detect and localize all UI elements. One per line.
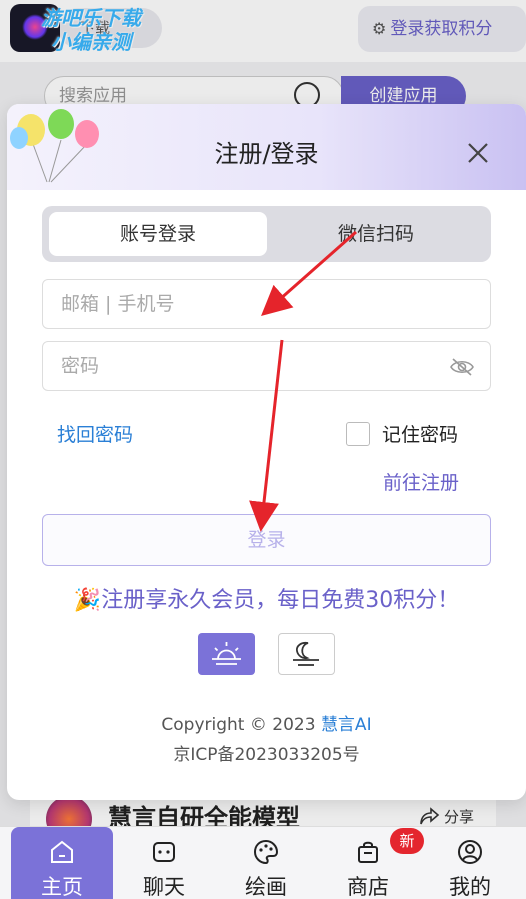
home-icon [51,840,73,863]
close-icon[interactable] [465,140,491,166]
promo-text: 🎉注册享永久会员，每日免费30积分！ [73,588,460,613]
tab-chat[interactable]: 聊天 [113,827,215,899]
modal-header: 注册/登录 [7,104,526,190]
brand-link[interactable]: 慧言AI [321,715,372,735]
password-field[interactable]: 密码 [42,341,491,391]
tab-draw[interactable]: 绘画 [215,827,317,899]
forgot-password-link[interactable]: 找回密码 [57,420,133,447]
sun-icon [212,642,241,665]
dark-theme-button[interactable] [278,633,335,675]
palette-icon [253,839,279,865]
tab-wechat-scan[interactable]: 微信扫码 [267,212,485,256]
copyright-text: Copyright © 2023 慧言AI [161,715,372,735]
login-button[interactable]: 登录 [42,514,491,566]
tab-account-login[interactable]: 账号登录 [49,212,267,256]
tab-mine[interactable]: 我的 [419,827,521,899]
shop-bag-icon [358,841,378,863]
login-method-tabs: 账号登录 微信扫码 [42,206,491,262]
tab-home[interactable]: 主页 [11,827,113,899]
party-popper-icon: 🎉 [73,588,102,613]
icp-text[interactable]: 京ICP备2023033205号 [7,740,526,765]
modal-title: 注册/登录 [214,140,319,168]
goto-register-link[interactable]: 前往注册 [383,468,459,495]
light-theme-button[interactable] [198,633,255,675]
bottom-tab-bar: 主页 聊天 绘画 商店 我的 [0,826,526,899]
account-field[interactable]: 邮箱 | 手机号 [42,279,491,329]
eye-off-icon[interactable] [449,357,475,377]
user-icon [458,840,482,864]
moon-icon [293,641,319,666]
new-badge: 新 [390,828,424,854]
chat-icon [153,842,175,862]
login-modal: 注册/登录 账号登录 微信扫码 邮箱 | 手机号 密码 找回密码 记住密码 前往… [7,104,526,800]
remember-password-checkbox[interactable] [346,422,370,446]
remember-password-label[interactable]: 记住密码 [382,420,458,447]
